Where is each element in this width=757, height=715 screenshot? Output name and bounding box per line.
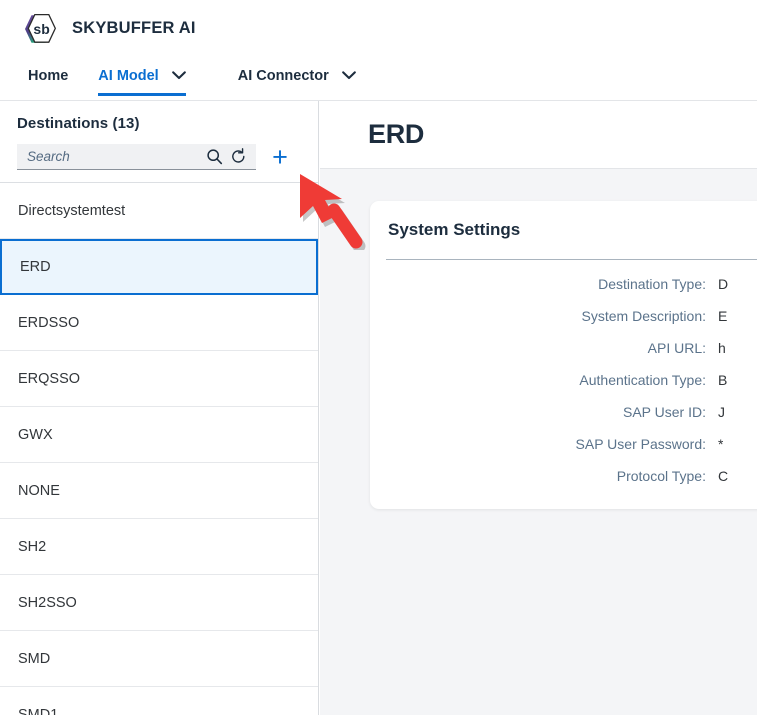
field-value: C xyxy=(718,468,729,484)
field-label: SAP User ID: xyxy=(623,404,706,420)
form-row-destination-type: Destination Type: D xyxy=(370,276,757,308)
list-item[interactable]: NONE xyxy=(0,463,318,519)
system-settings-card: System Settings Destination Type: D Syst… xyxy=(370,201,757,509)
field-label: Authentication Type: xyxy=(579,372,706,388)
list-item[interactable]: Directsystemtest xyxy=(0,183,318,239)
search-icon[interactable] xyxy=(202,145,226,169)
form-row-sap-user-id: SAP User ID: J xyxy=(370,404,757,436)
list-item[interactable]: GWX xyxy=(0,407,318,463)
brand-bar: sb SKYBUFFER AI xyxy=(0,0,757,57)
app-root: sb SKYBUFFER AI Home AI Model AI Connect… xyxy=(0,0,757,715)
chevron-down-icon[interactable] xyxy=(341,71,356,80)
refresh-icon[interactable] xyxy=(226,145,250,169)
field-value: E xyxy=(718,308,728,324)
list-item-label: ERD xyxy=(20,259,51,275)
list-item[interactable]: ERDSSO xyxy=(0,295,318,351)
nav-item-home-label: Home xyxy=(28,67,69,84)
list-item[interactable]: ERQSSO xyxy=(0,351,318,407)
field-label: Protocol Type: xyxy=(616,468,706,484)
nav-item-ai-model[interactable]: AI Model xyxy=(98,57,186,96)
content-area: ERD System Settings Destination Type: D … xyxy=(320,101,757,715)
page-title: ERD xyxy=(368,119,425,149)
list-item-label: NONE xyxy=(18,482,60,499)
chevron-down-icon[interactable] xyxy=(171,71,186,80)
sidebar-title: Destinations (13) xyxy=(17,115,140,132)
field-label: System Description: xyxy=(581,308,706,324)
list-item[interactable]: SH2SSO xyxy=(0,575,318,631)
field-value: h xyxy=(718,340,726,356)
card-header: System Settings xyxy=(370,201,757,259)
nav-item-home[interactable]: Home xyxy=(28,57,68,94)
list-item-selected[interactable]: ERD xyxy=(0,239,318,295)
destinations-list: Directsystemtest ERD ERDSSO ERQSSO GWX N… xyxy=(0,183,318,715)
search-input[interactable] xyxy=(27,145,202,168)
list-item-label: SH2SSO xyxy=(18,594,77,611)
list-item-label: GWX xyxy=(18,426,53,443)
nav-item-ai-model-label: AI Model xyxy=(98,67,159,84)
search-field[interactable] xyxy=(17,144,256,170)
field-label: SAP User Password: xyxy=(575,436,706,452)
nav-active-underline xyxy=(98,93,186,96)
svg-text:sb: sb xyxy=(33,21,49,37)
list-item[interactable]: SH2 xyxy=(0,519,318,575)
card-title: System Settings xyxy=(388,220,521,239)
field-value: D xyxy=(718,276,729,292)
form-row-protocol-type: Protocol Type: C xyxy=(370,468,757,500)
skybuffer-hexagon-logo-icon: sb xyxy=(20,10,58,48)
list-item[interactable]: SMD xyxy=(0,631,318,687)
list-item-label: ERDSSO xyxy=(18,314,80,331)
field-value: * xyxy=(718,436,724,452)
field-label: Destination Type: xyxy=(598,276,706,292)
form-row-system-description: System Description: E xyxy=(370,308,757,340)
list-item[interactable]: SMD1 xyxy=(0,687,318,715)
field-label: API URL: xyxy=(647,340,706,356)
page-header: ERD xyxy=(320,101,757,169)
list-item-label: SMD1 xyxy=(18,706,59,715)
main-navigation: Home AI Model AI Connector xyxy=(0,57,757,101)
brand-title: SKYBUFFER AI xyxy=(72,19,196,37)
destinations-sidebar: Destinations (13) + xyxy=(0,101,319,715)
sidebar-search-row: + xyxy=(17,143,318,171)
form-row-api-url: API URL: h xyxy=(370,340,757,372)
nav-item-ai-connector[interactable]: AI Connector xyxy=(238,57,356,94)
field-value: J xyxy=(718,404,725,420)
list-item-label: ERQSSO xyxy=(18,370,81,387)
form-row-authentication-type: Authentication Type: B xyxy=(370,372,757,404)
field-value: B xyxy=(718,372,728,388)
list-item-label: Directsystemtest xyxy=(18,202,126,219)
nav-item-ai-connector-label: AI Connector xyxy=(237,67,329,84)
list-item-label: SMD xyxy=(18,650,51,667)
system-settings-form: Destination Type: D System Description: … xyxy=(370,260,757,500)
add-destination-button[interactable]: + xyxy=(264,143,296,171)
form-row-sap-user-password: SAP User Password: * xyxy=(370,436,757,468)
list-item-label: SH2 xyxy=(18,538,47,555)
